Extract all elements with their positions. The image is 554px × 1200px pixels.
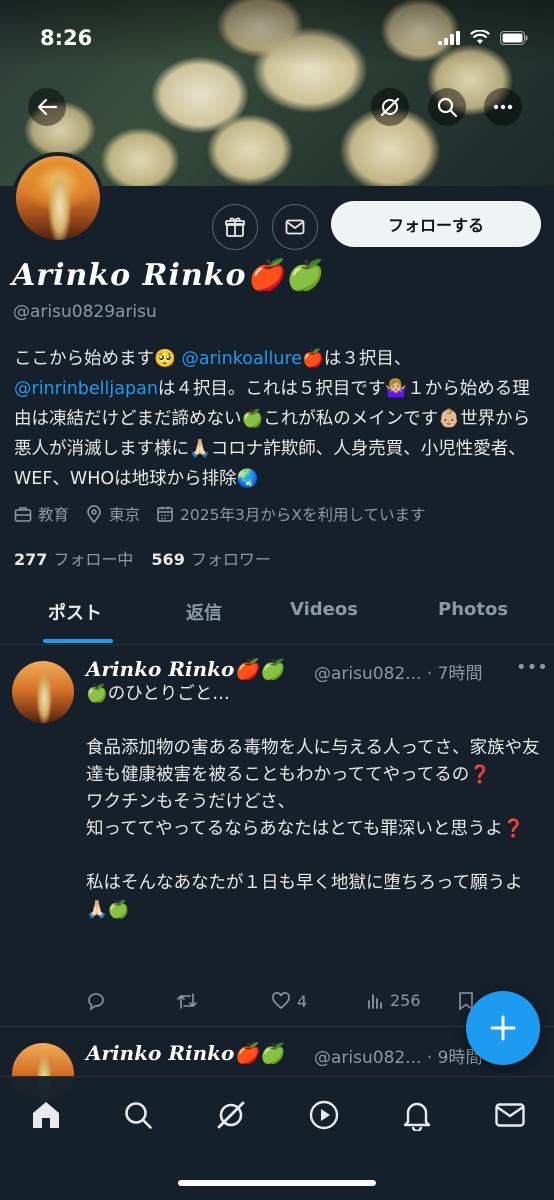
like-button[interactable]: 4 bbox=[271, 991, 307, 1011]
post-actions: 4 256 bbox=[86, 991, 486, 1015]
post-text-line bbox=[86, 843, 541, 870]
meta-joined: 2025年3月からXを利用しています bbox=[156, 503, 426, 525]
bio-mention-link[interactable]: @arinkoallure bbox=[181, 349, 302, 369]
post-text-line: 🍏のひとりごと… bbox=[86, 684, 230, 704]
profile-meta: 教育 東京 2025年3月からXを利用しています bbox=[14, 503, 426, 525]
status-bar: 8:26 bbox=[0, 0, 554, 80]
tab-photos[interactable]: Photos bbox=[438, 599, 508, 620]
profile-handle: @arisu0829arisu bbox=[13, 302, 157, 322]
calendar-icon bbox=[157, 506, 173, 522]
profile-avatar[interactable] bbox=[12, 152, 104, 244]
post-text-line: 知っててやってるならあなたはとても罪深いと思うよ❓ bbox=[86, 819, 525, 839]
views-button[interactable]: 256 bbox=[366, 991, 421, 1010]
meta-category-label: 教育 bbox=[38, 506, 70, 524]
more-dots-icon bbox=[493, 104, 513, 110]
repost-button[interactable] bbox=[176, 991, 198, 1011]
wifi-icon bbox=[470, 30, 490, 44]
back-button[interactable] bbox=[28, 88, 66, 126]
tab-posts[interactable]: ポスト bbox=[48, 599, 102, 625]
tab-replies[interactable]: 返信 bbox=[186, 599, 222, 625]
following-label: フォロー中 bbox=[53, 550, 134, 569]
views-count: 256 bbox=[390, 991, 421, 1010]
meta-joined-label: 2025年3月からXを利用しています bbox=[180, 506, 426, 524]
meta-category: 教育 bbox=[14, 503, 69, 525]
tab-active-indicator bbox=[43, 639, 113, 643]
meta-location: 東京 bbox=[85, 503, 140, 525]
subscribe-gift-button[interactable] bbox=[212, 204, 258, 250]
compose-post-button[interactable] bbox=[466, 991, 540, 1065]
post-text-line: ワクチンもそうだけどさ、 bbox=[86, 792, 296, 812]
bell-icon bbox=[403, 1102, 431, 1131]
message-button[interactable] bbox=[272, 204, 318, 250]
reply-icon bbox=[88, 993, 104, 1011]
nav-home[interactable] bbox=[24, 1097, 68, 1133]
followers-link[interactable]: 569 フォロワー bbox=[151, 546, 270, 570]
followers-label: フォロワー bbox=[190, 550, 271, 569]
bio-text: ここから始めます🥺 bbox=[14, 349, 182, 369]
views-chart-icon bbox=[368, 993, 382, 1009]
bio-text: 🍎は３択目、 bbox=[302, 349, 412, 369]
like-count: 4 bbox=[297, 991, 308, 1011]
followers-count: 569 bbox=[151, 550, 185, 569]
briefcase-icon bbox=[14, 507, 32, 522]
profile-tabs: ポスト 返信 Videos Photos bbox=[0, 585, 554, 645]
post-text-line: 私はそんなあなたが１日も早く地獄に堕ちろって願うよ🙏🏻🍏 bbox=[86, 873, 523, 920]
nav-messages[interactable] bbox=[488, 1097, 532, 1133]
status-icons bbox=[438, 30, 528, 45]
location-pin-icon bbox=[87, 505, 101, 523]
mail-icon bbox=[495, 1103, 525, 1127]
nav-grok[interactable] bbox=[209, 1097, 253, 1133]
nav-notifications[interactable] bbox=[395, 1097, 439, 1133]
post-text-line: 食品添加物の害ある毒物を人に与える人ってさ、家族や友達も健康被害を被ることもわか… bbox=[86, 738, 540, 785]
following-count: 277 bbox=[14, 550, 48, 569]
search-button[interactable] bbox=[428, 88, 466, 126]
heart-icon bbox=[272, 992, 290, 1010]
post-body: 🍏のひとりごと… 食品添加物の害ある毒物を人に与える人ってさ、家族や友達も健康被… bbox=[86, 681, 541, 924]
post-author-name[interactable]: 𝑨𝒓𝒊𝒏𝒌𝒐 𝑹𝒊𝒏𝒌𝒐🍎🍏 bbox=[86, 657, 284, 681]
profile-display-name: 𝑨𝒓𝒊𝒏𝒌𝒐 𝑹𝒊𝒏𝒌𝒐🍎🍏 bbox=[12, 258, 324, 293]
nav-search[interactable] bbox=[116, 1097, 160, 1133]
follow-counts: 277 フォロー中 569 フォロワー bbox=[14, 546, 271, 570]
home-indicator bbox=[178, 1180, 376, 1186]
post-text-line bbox=[86, 708, 541, 735]
reply-button[interactable] bbox=[86, 991, 106, 1011]
home-icon bbox=[33, 1102, 59, 1128]
post-author-name[interactable]: 𝑨𝒓𝒊𝒏𝒌𝒐 𝑹𝒊𝒏𝒌𝒐🍎🍏 bbox=[86, 1041, 284, 1065]
bio-mention-link[interactable]: @rinrinbelljapan bbox=[14, 379, 158, 399]
back-arrow-icon bbox=[37, 98, 58, 116]
profile-bio: ここから始めます🥺 @arinkoallure🍎は３択目、 @rinrinbell… bbox=[14, 344, 544, 494]
post-avatar[interactable] bbox=[12, 661, 74, 723]
battery-icon bbox=[500, 30, 528, 45]
status-time: 8:26 bbox=[40, 26, 93, 50]
post-more-icon[interactable]: ••• bbox=[516, 657, 548, 678]
grok-button[interactable] bbox=[371, 88, 409, 126]
more-options-button[interactable] bbox=[484, 88, 522, 126]
play-circle-icon bbox=[309, 1100, 339, 1130]
meta-location-label: 東京 bbox=[109, 506, 141, 524]
post-handle-time: @arisu082... · 9時間 bbox=[314, 1048, 483, 1068]
nav-videos[interactable] bbox=[302, 1097, 346, 1133]
repost-icon bbox=[177, 993, 197, 1009]
search-icon bbox=[437, 97, 458, 118]
post-item[interactable]: 𝑨𝒓𝒊𝒏𝒌𝒐 𝑹𝒊𝒏𝒌𝒐🍎🍏 @arisu082... · 7時間 ••• 🍏の… bbox=[0, 645, 554, 1026]
search-icon bbox=[125, 1102, 152, 1129]
gift-icon bbox=[225, 217, 245, 237]
cellular-icon bbox=[438, 30, 460, 45]
plus-icon bbox=[490, 1015, 516, 1041]
grok-icon bbox=[217, 1101, 245, 1129]
tab-videos[interactable]: Videos bbox=[290, 599, 358, 620]
follow-button[interactable]: フォローする bbox=[331, 201, 541, 247]
grok-icon bbox=[380, 97, 400, 117]
mail-icon bbox=[285, 219, 305, 235]
following-link[interactable]: 277 フォロー中 bbox=[14, 546, 133, 570]
